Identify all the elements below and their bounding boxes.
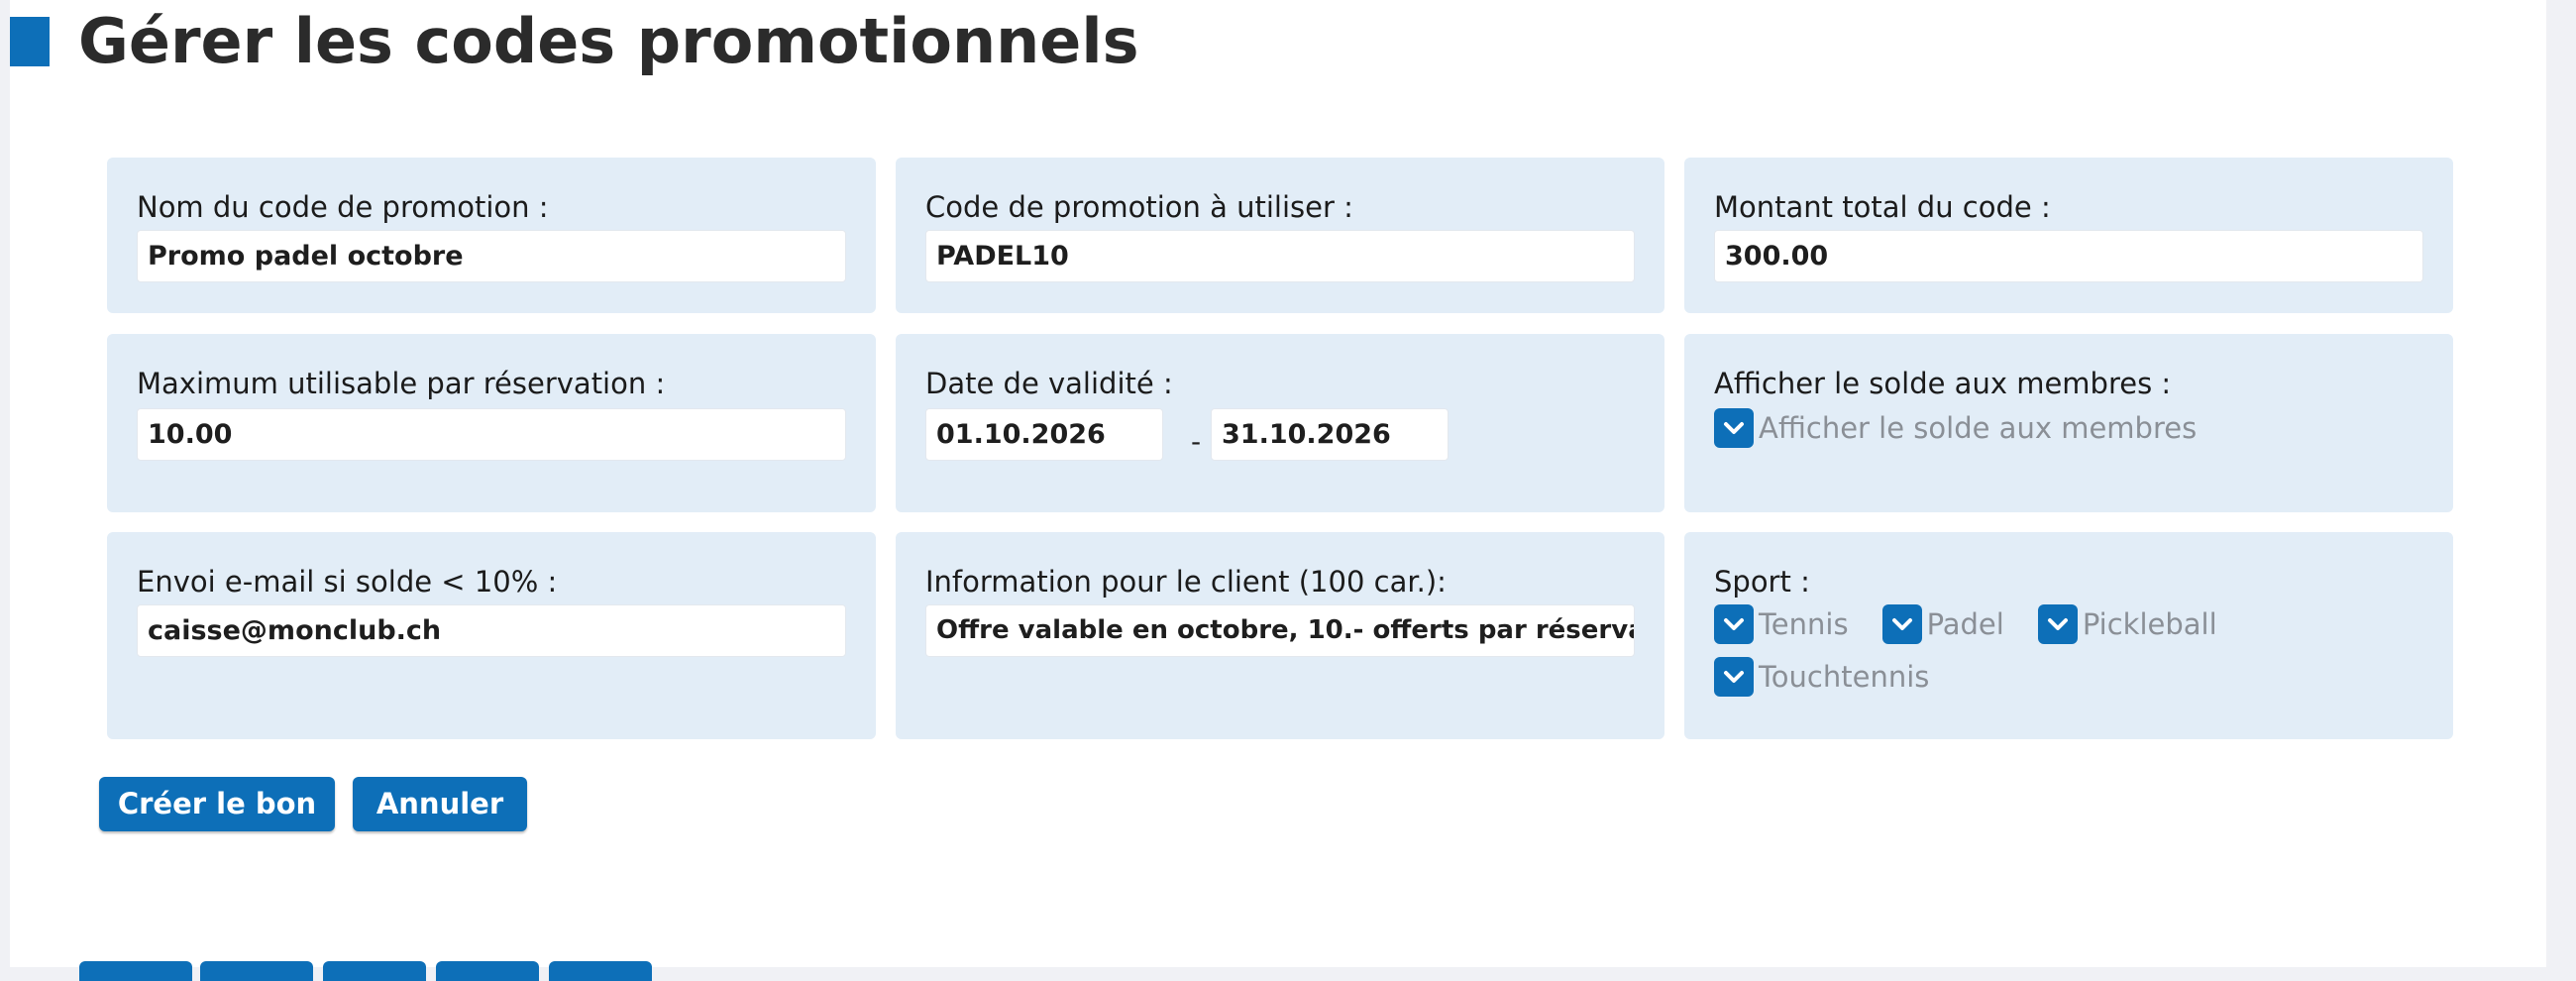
client-info-label: Information pour le client (100 car.): (925, 565, 1447, 599)
promo-name-label: Nom du code de promotion : (137, 190, 549, 224)
show-balance-option[interactable]: Afficher le solde aux membres (1714, 408, 2197, 448)
email-alert-card: Envoi e-mail si solde < 10% : caisse@mon… (107, 532, 876, 739)
email-alert-label: Envoi e-mail si solde < 10% : (137, 565, 558, 599)
max-per-booking-card: Maximum utilisable par réservation : 10.… (107, 334, 876, 512)
show-balance-card: Afficher le solde aux membres : Afficher… (1684, 334, 2453, 512)
promo-code-card: Code de promotion à utiliser : PADEL10 (896, 158, 1664, 313)
page-content: Gérer les codes promotionnels Nom du cod… (10, 0, 2546, 981)
bottom-tab[interactable] (436, 961, 539, 981)
page-title: Gérer les codes promotionnels (78, 5, 1139, 77)
total-amount-input[interactable]: 300.00 (1714, 230, 2423, 282)
sport-option-touchtennis: Touchtennis (1759, 660, 1930, 694)
chevron-down-icon[interactable] (1881, 604, 1922, 644)
max-per-booking-label: Maximum utilisable par réservation : (137, 367, 666, 400)
validity-label: Date de validité : (925, 367, 1173, 400)
client-info-input[interactable]: Offre valable en octobre, 10.- offerts p… (925, 604, 1635, 657)
validity-end-input[interactable]: 31.10.2026 (1211, 408, 1449, 461)
max-per-booking-input[interactable]: 10.00 (137, 408, 846, 461)
promo-name-card: Nom du code de promotion : Promo padel o… (107, 158, 876, 313)
show-balance-label: Afficher le solde aux membres : (1714, 367, 2172, 400)
cancel-button[interactable]: Annuler (353, 777, 527, 831)
chevron-down-icon[interactable] (1714, 408, 1754, 448)
client-info-card: Information pour le client (100 car.): O… (896, 532, 1664, 739)
bottom-tab[interactable] (323, 961, 426, 981)
sport-option-pickleball: Pickleball (2082, 607, 2217, 641)
chevron-down-icon[interactable] (1714, 657, 1754, 697)
bottom-tab[interactable] (200, 961, 313, 981)
email-alert-input[interactable]: caisse@monclub.ch (137, 604, 846, 657)
total-amount-card: Montant total du code : 300.00 (1684, 158, 2453, 313)
promo-name-input[interactable]: Promo padel octobre (137, 230, 846, 282)
promo-code-input[interactable]: PADEL10 (925, 230, 1635, 282)
sport-options-row-2: Touchtennis (1714, 657, 1929, 697)
date-separator: - (1191, 425, 1202, 458)
promo-code-label: Code de promotion à utiliser : (925, 190, 1353, 224)
show-balance-checkbox-label: Afficher le solde aux membres (1759, 411, 2198, 445)
bottom-tab[interactable] (549, 961, 652, 981)
sport-option-tennis: Tennis (1759, 607, 1849, 641)
chevron-down-icon[interactable] (2037, 604, 2078, 644)
validity-card: Date de validité : 01.10.2026 - 31.10.20… (896, 334, 1664, 512)
total-amount-label: Montant total du code : (1714, 190, 2051, 224)
create-voucher-button[interactable]: Créer le bon (99, 777, 335, 831)
sport-option-padel: Padel (1926, 607, 2004, 641)
sport-label: Sport : (1714, 565, 1810, 599)
validity-start-input[interactable]: 01.10.2026 (925, 408, 1163, 461)
left-margin (0, 0, 10, 967)
sport-card: Sport : Tennis Padel Pickleball Touchten… (1684, 532, 2453, 739)
title-marker (10, 17, 50, 66)
chevron-down-icon[interactable] (1714, 604, 1754, 644)
bottom-tab[interactable] (79, 961, 192, 981)
sport-options-row-1: Tennis Padel Pickleball (1714, 604, 2217, 644)
